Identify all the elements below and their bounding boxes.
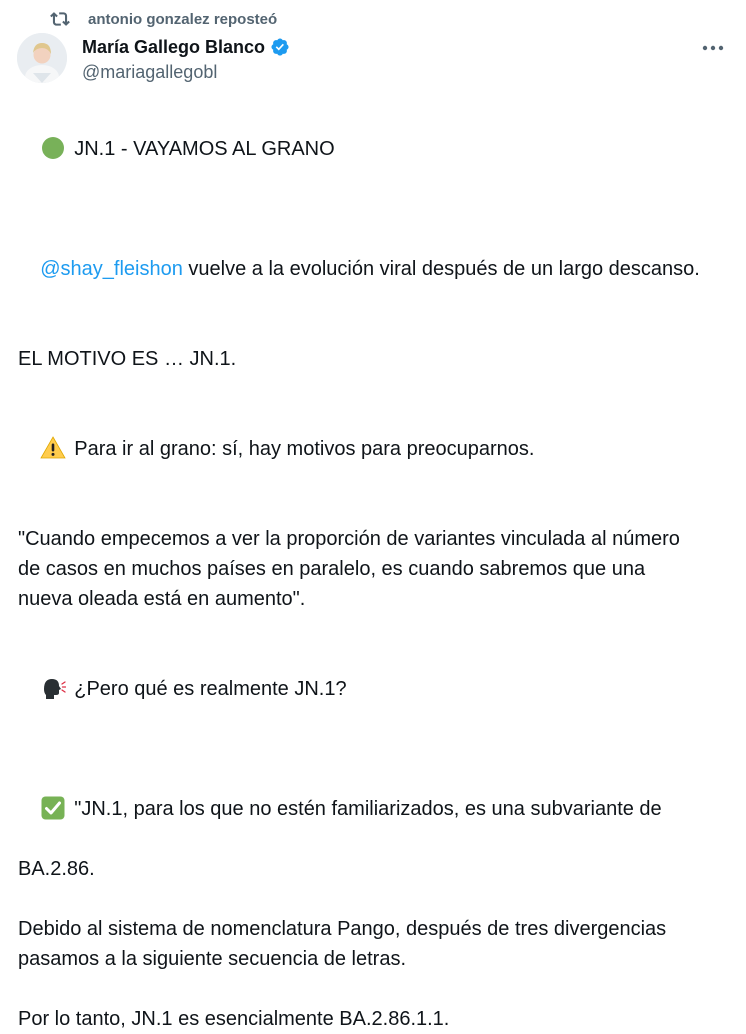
avatar[interactable] <box>17 33 67 83</box>
tweet-line-ba286: BA.2.86. <box>18 858 95 880</box>
check-text: "JN.1, para los que no estén familiariza… <box>74 798 662 820</box>
tweet-line-check: "JN.1, para los que no estén familiariza… <box>18 764 730 854</box>
repost-text[interactable]: antonio gonzalez reposteó <box>88 11 277 28</box>
tweet-line-question: ¿Pero qué es realmente JN.1? <box>18 644 730 734</box>
tweet-line-conclusion: Por lo tanto, JN.1 es esencialmente BA.2… <box>18 1008 450 1030</box>
mention-line-text: vuelve a la evolución viral después de u… <box>182 258 700 280</box>
tweet-line-motivo: EL MOTIVO ES … JN.1. <box>18 348 237 370</box>
author-block: María Gallego Blanco @mariagallegobl <box>82 35 642 83</box>
more-options-icon[interactable] <box>700 38 726 58</box>
check-mark-icon <box>41 796 65 820</box>
green-circle-icon <box>42 137 65 159</box>
author-name[interactable]: María Gallego Blanco <box>82 37 265 58</box>
tweet-line-headline: JN.1 - VAYAMOS AL GRANO <box>18 104 730 194</box>
tweet-line-warning: Para ir al grano: sí, hay motivos para p… <box>18 404 730 494</box>
question-text: ¿Pero qué es realmente JN.1? <box>74 678 347 700</box>
tweet-line-mention: @shay_fleishon vuelve a la evolución vir… <box>18 224 730 314</box>
warning-icon <box>40 436 66 459</box>
tweet-line-pango-2: pasamos a la siguiente secuencia de letr… <box>18 948 407 970</box>
warning-text: Para ir al grano: sí, hay motivos para p… <box>74 438 535 460</box>
repost-icon <box>50 12 70 26</box>
speaking-head-icon <box>44 679 67 699</box>
tweet-quote-line-3: nueva oleada está en aumento". <box>18 588 306 610</box>
author-handle[interactable]: @mariagallegobl <box>82 62 642 83</box>
tweet-quote-line-2: de casos en muchos países en paralelo, e… <box>18 558 646 580</box>
tweet-quote-line-1: "Cuando empecemos a ver la proporción de… <box>18 528 680 550</box>
verified-badge-icon <box>271 38 289 56</box>
avatar-image <box>17 33 67 83</box>
headline-text: JN.1 - VAYAMOS AL GRANO <box>74 138 335 160</box>
mention-link[interactable]: @shay_fleishon <box>40 258 183 280</box>
tweet-line-pango-1: Debido al sistema de nomenclatura Pango,… <box>18 918 667 940</box>
tweet-text: JN.1 - VAYAMOS AL GRANO @shay_fleishon v… <box>18 104 730 1034</box>
